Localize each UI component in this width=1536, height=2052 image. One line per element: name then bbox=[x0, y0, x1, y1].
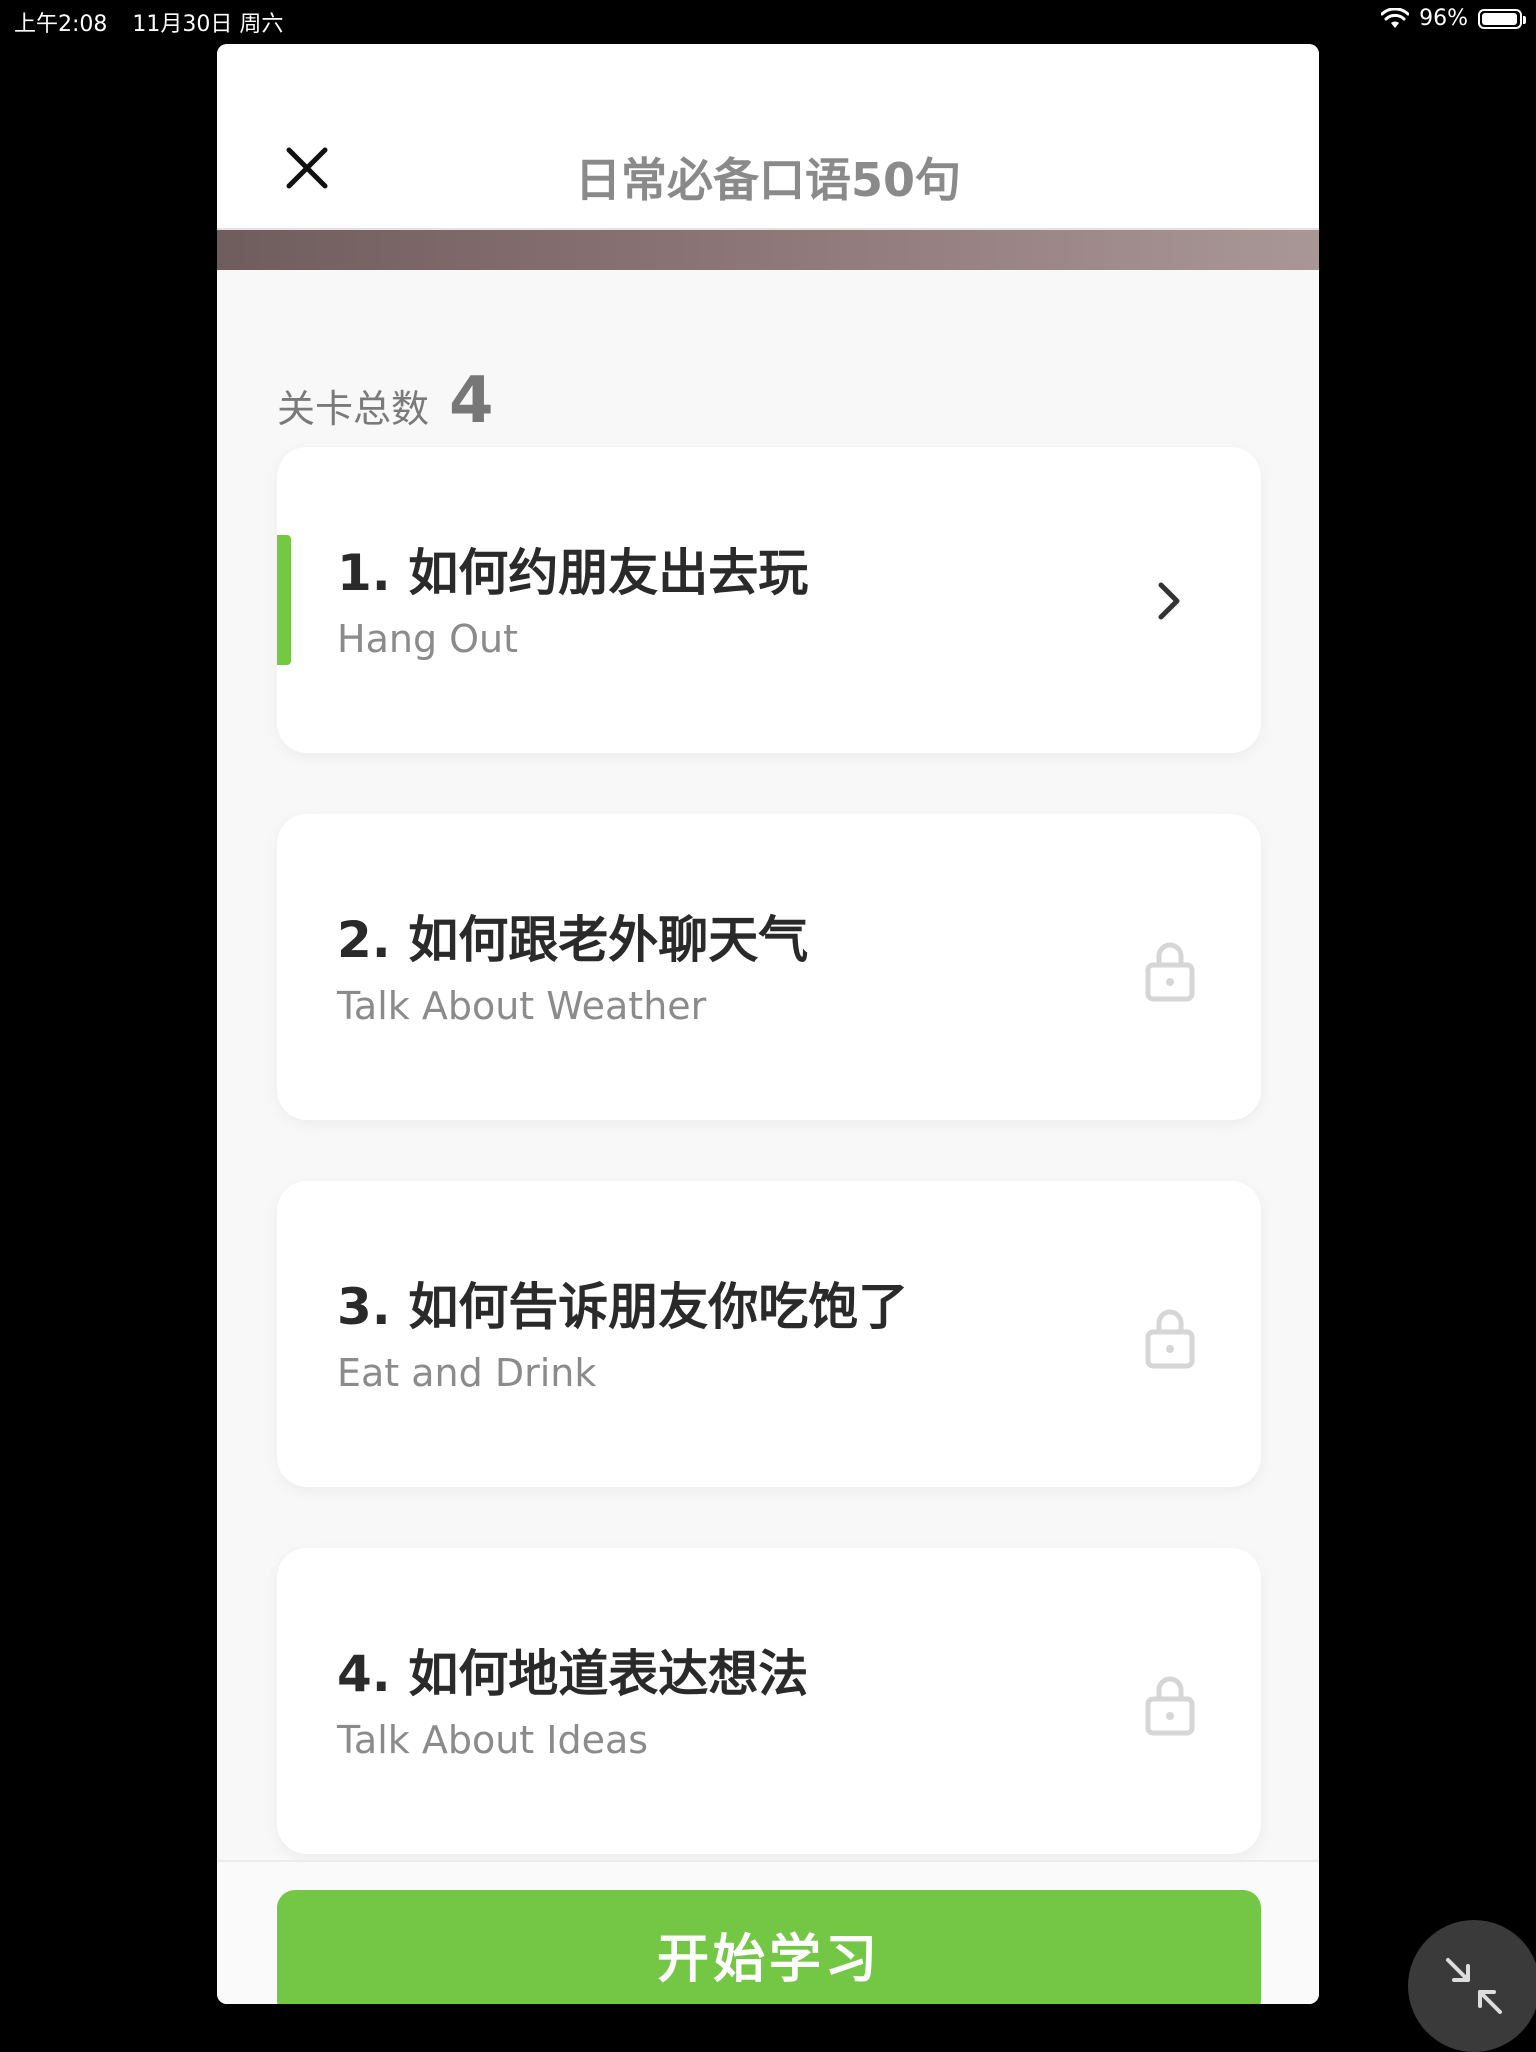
lesson-subtitle: Talk About Weather bbox=[337, 984, 707, 1028]
lesson-subtitle: Talk About Ideas bbox=[337, 1718, 649, 1762]
lock-icon bbox=[1145, 1309, 1195, 1369]
level-count-label: 关卡总数 bbox=[277, 387, 430, 431]
lesson-title: 4. 如何地道表达想法 bbox=[337, 1645, 809, 1703]
lock-icon bbox=[1145, 1676, 1195, 1736]
lesson-card-3[interactable]: 3. 如何告诉朋友你吃饱了 Eat and Drink bbox=[277, 1181, 1261, 1487]
start-learning-button[interactable]: 开始学习 bbox=[277, 1890, 1261, 2004]
wifi-icon bbox=[1381, 7, 1410, 28]
lesson-title: 3. 如何告诉朋友你吃饱了 bbox=[337, 1278, 909, 1336]
status-left: 上午2:08 11月30日 周六 bbox=[14, 6, 301, 38]
active-indicator bbox=[277, 535, 291, 665]
chevron-right-icon bbox=[1158, 582, 1180, 620]
modal-title: 日常必备口语50句 bbox=[574, 153, 961, 207]
level-count-value: 4 bbox=[449, 364, 494, 438]
lesson-title: 1. 如何约朋友出去玩 bbox=[337, 544, 809, 602]
cover-image-strip bbox=[217, 230, 1319, 270]
lesson-card-2[interactable]: 2. 如何跟老外聊天气 Talk About Weather bbox=[277, 814, 1261, 1120]
status-time: 上午2:08 bbox=[14, 12, 108, 37]
minimize-icon bbox=[1446, 1958, 1502, 2014]
minimize-button[interactable] bbox=[1408, 1920, 1536, 2052]
lesson-title: 2. 如何跟老外聊天气 bbox=[337, 911, 809, 969]
status-date: 11月30日 周六 bbox=[132, 12, 284, 37]
lesson-subtitle: Hang Out bbox=[337, 617, 519, 661]
status-right: 96% bbox=[1381, 6, 1526, 31]
lesson-card-4[interactable]: 4. 如何地道表达想法 Talk About Ideas bbox=[277, 1548, 1261, 1854]
lesson-card-1[interactable]: 1. 如何约朋友出去玩 Hang Out bbox=[277, 447, 1261, 753]
modal-footer: 开始学习 bbox=[217, 1860, 1319, 2004]
battery-fill bbox=[1482, 12, 1517, 25]
modal-header: 日常必备口语50句 bbox=[217, 44, 1319, 230]
level-count: 关卡总数 4 bbox=[277, 364, 494, 438]
status-bar: 上午2:08 11月30日 周六 96% bbox=[0, 0, 1536, 40]
battery-icon bbox=[1478, 8, 1526, 29]
lesson-modal: 日常必备口语50句 关卡总数 4 1. 如何约朋友出去玩 Hang Out 2.… bbox=[217, 44, 1319, 2004]
lock-icon bbox=[1145, 942, 1195, 1002]
lesson-subtitle: Eat and Drink bbox=[337, 1351, 597, 1395]
battery-percent: 96% bbox=[1419, 6, 1468, 31]
